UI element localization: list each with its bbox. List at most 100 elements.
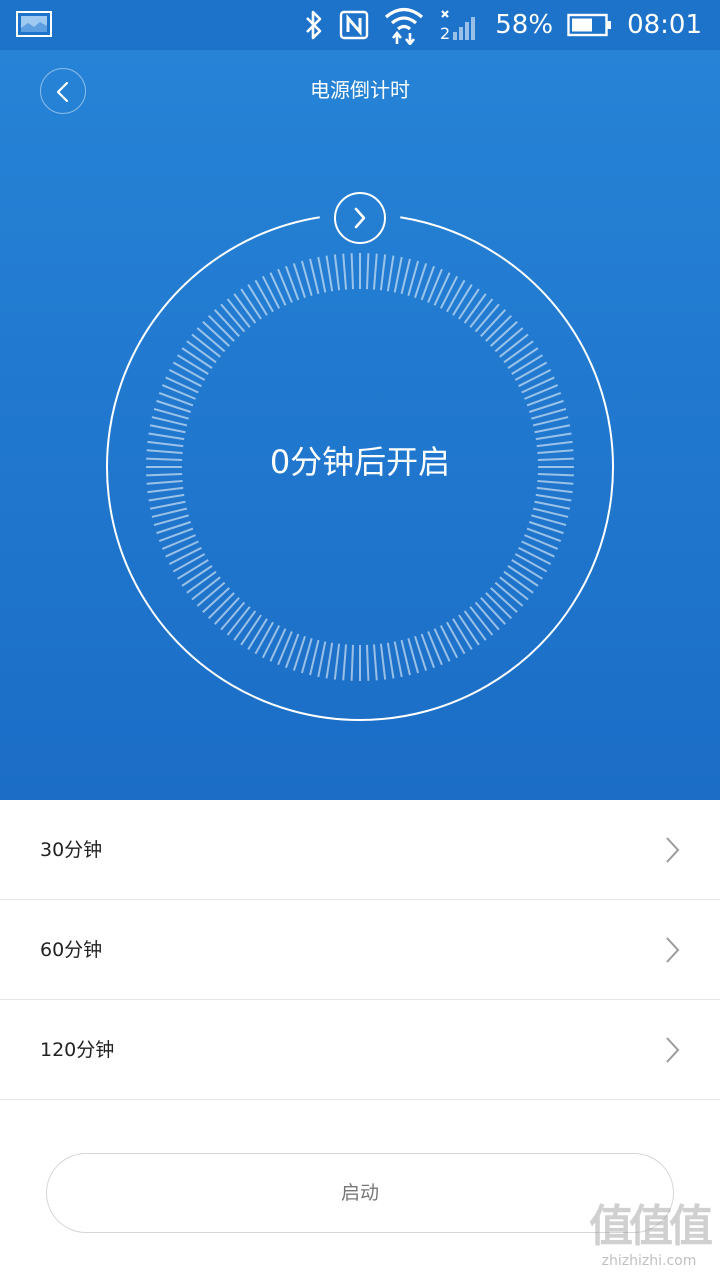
dial-tick [165,376,199,394]
countdown-status: 0分钟后开启 [269,443,451,481]
dial-tick [511,354,543,375]
dial-tick [439,625,459,659]
option-120-minutes[interactable]: 120分钟 [0,1000,720,1100]
dial-tick [535,432,572,441]
battery-percent: 58% [495,10,554,40]
dial-tick [240,614,262,646]
gallery-thumbnail-icon [16,11,52,37]
dial-tick [433,272,451,306]
dial-tick [186,570,217,594]
dial-tick [534,500,571,510]
chevron-right-icon [666,1037,680,1063]
dial-tick [168,368,202,388]
nfc-icon [340,10,369,40]
dial-tick [485,592,513,620]
dial-tick [446,279,466,313]
dial-tick [480,597,506,625]
dial-tick [511,559,543,580]
dial-tick [446,621,466,655]
dial-tick [214,597,240,625]
dial-tick [393,256,403,293]
dial-tick [458,614,480,646]
dial-tick [463,610,487,641]
dial-tick [148,432,185,441]
dial-tick [514,553,548,573]
chevron-right-icon [666,937,680,963]
dial-tick [534,424,571,434]
dial-tick [342,644,348,681]
dial-tick [507,347,539,369]
bluetooth-icon [306,10,322,40]
dial-tick [147,486,184,494]
dial-tick [535,493,572,502]
chevron-right-icon [666,837,680,863]
dial-tick [196,581,226,607]
dial-tick [309,639,320,676]
option-60-minutes[interactable]: 60分钟 [0,900,720,1000]
dial-tick [168,546,202,566]
option-label: 30分钟 [40,839,103,861]
option-label: 60分钟 [40,939,103,961]
dial-tick [172,361,206,381]
dial-tick [379,254,387,291]
dial-tick [325,642,334,679]
dial-tick [536,486,573,494]
dial-tick [518,368,552,388]
watermark-logo: 值值值 [589,1201,713,1252]
dial-tick [480,309,506,337]
dial-tick [148,493,185,502]
dial-tick [309,258,320,295]
dial-tick [532,507,569,518]
start-button[interactable]: 启动 [46,1153,674,1233]
dial-tick [149,500,186,510]
dial-tick [261,275,281,309]
dial-tick [514,361,548,381]
dial-tick [400,639,411,676]
dial-tick [386,255,395,292]
dial-tick [365,644,370,681]
dial-tick [372,644,378,681]
dial-tick [350,253,355,290]
signal-icon: 2 [440,10,476,42]
dial-tick [490,587,518,613]
dial-handle[interactable] [334,192,386,244]
dial-tick [214,309,240,337]
dial-tick [494,581,524,607]
dial-tick [226,298,251,328]
screen: 2 58% 08:01 电源倒计时 0分钟后开启 30分钟 60分钟 120分钟… [0,0,720,1280]
dial-tick [254,279,274,313]
dial-tick [393,641,403,678]
dial-tick [196,327,226,353]
dial-tick [151,507,188,518]
status-bar: 2 58% 08:01 [0,0,720,50]
dial-tick [439,275,459,309]
dial-tick [333,254,341,291]
dial-tick [317,256,327,293]
dial-tick [226,606,251,636]
dial-tick [254,621,274,655]
dial-tick [452,618,473,650]
dial-tick [433,628,451,662]
wifi-icon [385,7,424,45]
dial-tick [463,293,487,324]
dial-tick [177,354,209,375]
dial-tick [269,272,287,306]
dial-tick [207,592,235,620]
dial-tick [240,288,262,320]
dial-tick [503,340,534,364]
countdown-dial[interactable]: 0分钟后开启 [0,50,720,800]
clock: 08:01 [627,10,702,40]
status-icons: 2 58% 08:01 [303,0,702,50]
watermark-text: zhizhizhi.com [601,1253,697,1269]
dial-tick [499,333,529,358]
dial-tick [151,416,188,427]
dial-tick [181,347,213,369]
dial-tick [172,553,206,573]
dial-tick [469,298,494,328]
option-30-minutes[interactable]: 30分钟 [0,800,720,900]
dial-tick [181,565,213,587]
chevron-right-icon [354,207,366,229]
dial-tick [474,303,500,333]
svg-text:2: 2 [440,24,450,42]
dial-tick [247,284,268,316]
